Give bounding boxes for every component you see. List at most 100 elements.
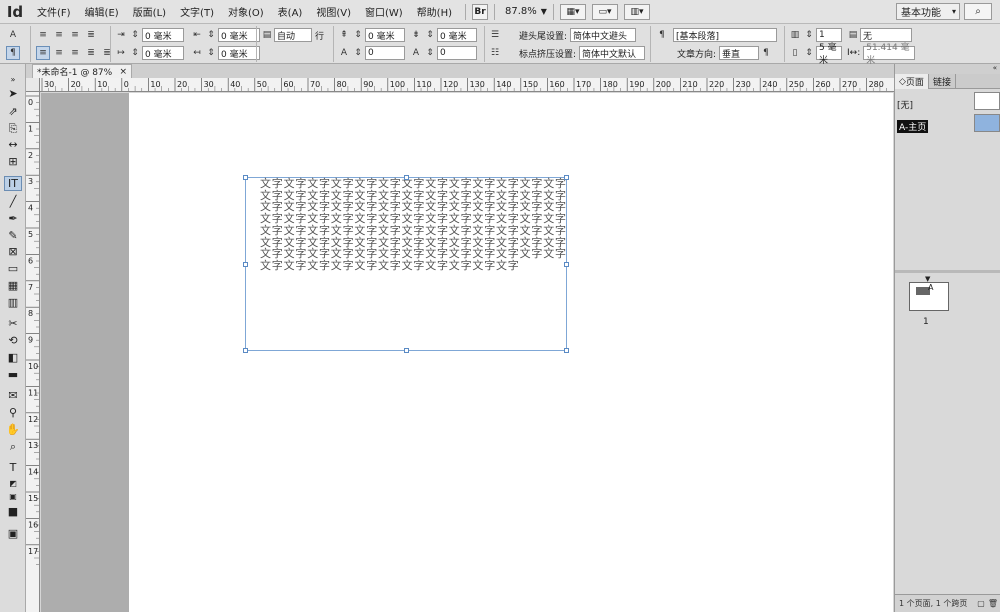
paragraph-style-select[interactable]: [基本段落] [673,28,777,42]
first-line-indent-field[interactable]: 0 毫米 [142,46,184,60]
frame-handle[interactable] [404,175,409,180]
bridge-button[interactable]: Br [472,3,489,20]
vertical-type-tool-icon[interactable]: IT [4,176,22,191]
frame-text-content[interactable]: 文字文字文字文字文字文字文字文字文字文字文字文字文字文字文字文字文字文字文字文字… [260,178,570,272]
story-direction-select[interactable]: 垂直 [719,46,760,60]
fill-stroke-icon[interactable]: T [4,460,22,475]
pencil-tool-icon[interactable]: ✎ [4,228,22,243]
character-mode-button[interactable]: A [6,28,20,42]
stepper-icon[interactable]: ⇕ [128,46,142,60]
master-none-thumbnail[interactable] [974,92,1000,110]
stepper-icon[interactable]: ⇕ [351,46,365,60]
search-icon[interactable]: ⌕ [964,3,992,20]
left-indent-field[interactable]: 0 毫米 [142,28,184,42]
menu-item[interactable]: 版面(L) [126,4,173,19]
justify-left-icon[interactable]: ≡ [36,46,50,60]
frame-handle[interactable] [404,348,409,353]
align-towards-spine-icon[interactable]: ≣ [84,28,98,42]
document-page[interactable]: 文字文字文字文字文字文字文字文字文字文字文字文字文字文字文字文字文字文字文字文字… [129,93,893,612]
leading-select[interactable]: 自动 [274,28,312,42]
horizontal-ruler[interactable]: 30 20 10 0 10 20 30 40 50 60 70 80 90 100 110 120 130 140… [40,78,894,92]
width-field[interactable]: 51.414 毫米 [863,43,916,66]
justify-all-icon[interactable]: ≣ [84,46,98,60]
gradient-feather-tool-icon[interactable]: ▬ [4,367,22,382]
rectangle-tool-icon[interactable]: ▭ [4,261,22,276]
pasteboard[interactable]: 文字文字文字文字文字文字文字文字文字文字文字文字文字文字文字文字文字文字文字文字… [41,93,893,612]
hand-tool-icon[interactable]: ✋ [4,422,22,437]
direct-selection-tool-icon[interactable]: ⇗ [4,104,22,119]
paragraph-mode-button[interactable]: ¶ [6,46,20,60]
master-a[interactable]: A-主页 [897,120,929,133]
view-options-icon[interactable]: ▦▾ [559,3,586,20]
drop-cap-lines-field[interactable]: 0 [365,46,405,60]
align-away-spine-icon[interactable]: ≣ [100,46,114,60]
arrange-documents-icon[interactable]: ▥▾ [623,3,650,20]
menu-item[interactable]: 窗口(W) [358,4,410,19]
master-a-thumbnail[interactable] [974,114,1000,132]
zoom-tool-icon[interactable]: ⌕ [4,439,22,454]
gradient-swatch-tool-icon[interactable]: ◧ [4,350,22,365]
gap-tool-icon[interactable]: ↔ [4,137,22,152]
zoom-level[interactable]: 87.8% [501,6,541,17]
frame-handle[interactable] [564,262,569,267]
formatting-container-icon[interactable]: ▣ [4,489,22,504]
page-tool-icon[interactable]: ⎘ [4,121,22,136]
page-thumbnail[interactable]: A [909,282,949,311]
document-tab[interactable]: *未命名-1 @ 87% × [32,64,132,78]
eyedropper-tool-icon[interactable]: ⚲ [4,405,22,420]
panel-divider[interactable] [895,270,1000,273]
tab-links[interactable]: 链接 [929,74,956,89]
stepper-icon[interactable]: ⇕ [204,46,218,60]
align-left-icon[interactable]: ≡ [36,28,50,42]
last-line-indent-field[interactable]: 0 毫米 [218,46,260,60]
drop-cap-chars-field[interactable]: 0 [437,46,477,60]
stepper-icon[interactable]: ⇕ [802,46,816,60]
menu-item[interactable]: 表(A) [271,4,310,19]
space-after-field[interactable]: 0 毫米 [437,28,477,42]
menu-item[interactable]: 文字(T) [173,4,221,19]
menu-item[interactable]: 对象(O) [221,4,271,19]
align-right-icon[interactable]: ≡ [68,28,82,42]
line-tool-icon[interactable]: ╱ [4,194,22,209]
stepper-icon[interactable]: ⇕ [351,28,365,42]
menu-item[interactable]: 编辑(E) [78,4,126,19]
collapse-icon[interactable]: » [4,72,22,87]
frame-handle[interactable] [243,262,248,267]
content-collector-icon[interactable]: ⊞ [4,154,22,169]
menu-item[interactable]: 文件(F) [30,4,78,19]
frame-handle[interactable] [564,348,569,353]
horizontal-grid-tool-icon[interactable]: ▦ [4,278,22,293]
close-icon[interactable]: × [119,67,127,77]
note-tool-icon[interactable]: ✉ [4,388,22,403]
mojikumi-select[interactable]: 简体中文默认 [579,46,646,60]
scissors-tool-icon[interactable]: ✂ [4,316,22,331]
delete-page-icon[interactable]: 🗑 [988,599,998,608]
ruler-origin[interactable] [26,78,40,92]
numbered-list-icon[interactable]: ☷ [488,46,502,60]
space-before-field[interactable]: 0 毫米 [365,28,405,42]
workspace-switcher[interactable]: 基本功能 ▾ [896,3,960,20]
free-transform-tool-icon[interactable]: ⟲ [4,333,22,348]
zoom-dropdown-icon[interactable]: ▼ [541,7,547,16]
text-frame[interactable]: 文字文字文字文字文字文字文字文字文字文字文字文字文字文字文字文字文字文字文字文字… [243,175,570,353]
stepper-icon[interactable]: ⇕ [128,28,142,42]
master-none[interactable]: [无] [897,98,913,111]
pen-tool-icon[interactable]: ✒ [4,211,22,226]
menu-item[interactable]: 视图(V) [309,4,358,19]
justify-right-icon[interactable]: ≡ [68,46,82,60]
new-page-icon[interactable]: ▢ [977,599,985,608]
stepper-icon[interactable]: ⇕ [423,46,437,60]
frame-handle[interactable] [564,175,569,180]
rectangle-frame-tool-icon[interactable]: ⊠ [4,244,22,259]
screen-mode-icon[interactable]: ▭▾ [591,3,618,20]
menu-item[interactable]: 帮助(H) [410,4,459,19]
bulleted-list-icon[interactable]: ☰ [488,28,502,42]
vertical-ruler[interactable]: 0 1 2 3 4 5 6 7 8 9 10 11 12 13 14 15 16 17 [26,92,40,612]
clear-overrides-icon[interactable]: ¶ [759,46,773,60]
kinsoku-select[interactable]: 简体中文避头 [570,28,637,42]
selection-tool-icon[interactable]: ➤ [4,86,22,101]
vertical-grid-tool-icon[interactable]: ▥ [4,295,22,310]
gutter-field[interactable]: 5 毫米 [816,43,842,66]
align-center-icon[interactable]: ≡ [52,28,66,42]
tab-pages[interactable]: ◇ 页面 [895,74,929,89]
